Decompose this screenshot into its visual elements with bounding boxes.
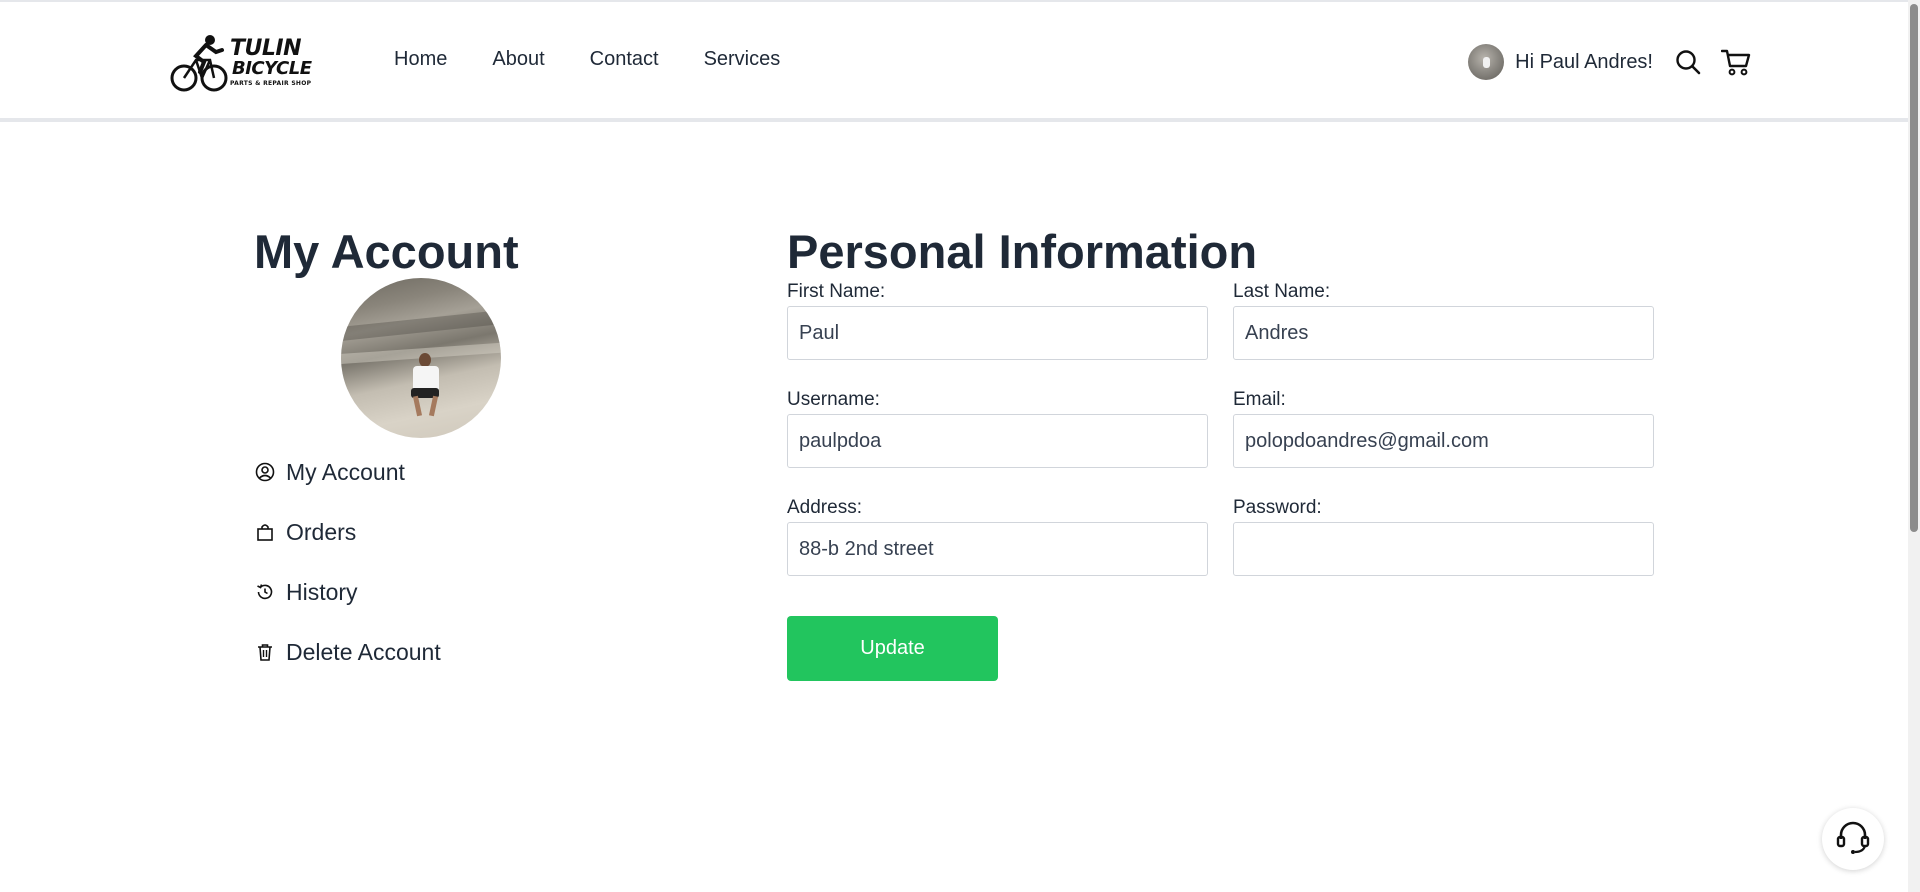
nav-services[interactable]: Services [704, 48, 781, 71]
first-name-group: First Name: [787, 280, 1208, 388]
shopping-bag-icon [254, 521, 276, 543]
scrollbar-thumb[interactable] [1910, 4, 1918, 532]
address-label: Address: [787, 497, 862, 518]
page-title: Personal Information [787, 225, 1258, 278]
email-group: Email: [1233, 388, 1654, 496]
nav-contact[interactable]: Contact [590, 48, 659, 71]
support-chat-button[interactable] [1822, 808, 1884, 870]
password-field[interactable] [1233, 522, 1654, 576]
user-circle-icon [254, 461, 276, 483]
account-sidebar: My Account My Account Orders History Del… [254, 224, 614, 665]
tulin-bicycle-logo[interactable]: TULIN BICYCLE PARTS & REPAIR SHOP [170, 30, 312, 96]
cyclist-icon [170, 35, 228, 92]
update-button[interactable]: Update [787, 616, 998, 681]
search-icon[interactable] [1673, 47, 1703, 77]
username-group: Username: [787, 388, 1208, 496]
nav-home[interactable]: Home [394, 48, 447, 71]
sidebar-item-label: History [286, 578, 358, 605]
last-name-label: Last Name: [1233, 281, 1331, 302]
first-name-field[interactable] [787, 306, 1208, 360]
first-name-label: First Name: [787, 281, 886, 302]
username-field[interactable] [787, 414, 1208, 468]
cart-icon[interactable] [1721, 47, 1751, 77]
account-menu: My Account Orders History Delete Account [254, 458, 441, 698]
profile-picture [341, 278, 501, 438]
avatar[interactable] [1468, 44, 1505, 80]
email-label: Email: [1233, 389, 1286, 410]
headset-icon [1833, 817, 1873, 862]
scrollbar[interactable] [1908, 0, 1920, 892]
trash-icon [254, 641, 276, 663]
nav-about[interactable]: About [492, 48, 544, 71]
password-group: Password: [1233, 496, 1654, 604]
sidebar-item-orders[interactable]: Orders [254, 518, 441, 546]
user-area: Hi Paul Andres! [1468, 44, 1751, 80]
username-label: Username: [787, 389, 880, 410]
address-group: Address: [787, 496, 1208, 604]
sidebar-item-history[interactable]: History [254, 578, 441, 606]
logo-text: TULIN BICYCLE PARTS & REPAIR SHOP [230, 36, 312, 87]
last-name-group: Last Name: [1233, 280, 1654, 388]
sidebar-item-label: Orders [286, 518, 357, 545]
user-greeting[interactable]: Hi Paul Andres! [1515, 51, 1653, 74]
password-label: Password: [1233, 497, 1322, 518]
sidebar-item-label: My Account [286, 458, 405, 485]
site-header: TULIN BICYCLE PARTS & REPAIR SHOP Home A… [0, 2, 1908, 122]
email-field[interactable] [1233, 414, 1654, 468]
sidebar-item-label: Delete Account [286, 638, 441, 665]
sidebar-item-delete-account[interactable]: Delete Account [254, 638, 441, 666]
sidebar-item-my-account[interactable]: My Account [254, 458, 441, 486]
personal-info-section: Personal Information First Name: Last Na… [787, 224, 1655, 681]
address-field[interactable] [787, 522, 1208, 576]
personal-info-form: First Name: Last Name: Username: Email: … [787, 280, 1654, 604]
main-nav: Home About Contact Services [394, 48, 780, 71]
last-name-field[interactable] [1233, 306, 1654, 360]
account-title: My Account [254, 225, 519, 278]
history-icon [254, 581, 276, 603]
